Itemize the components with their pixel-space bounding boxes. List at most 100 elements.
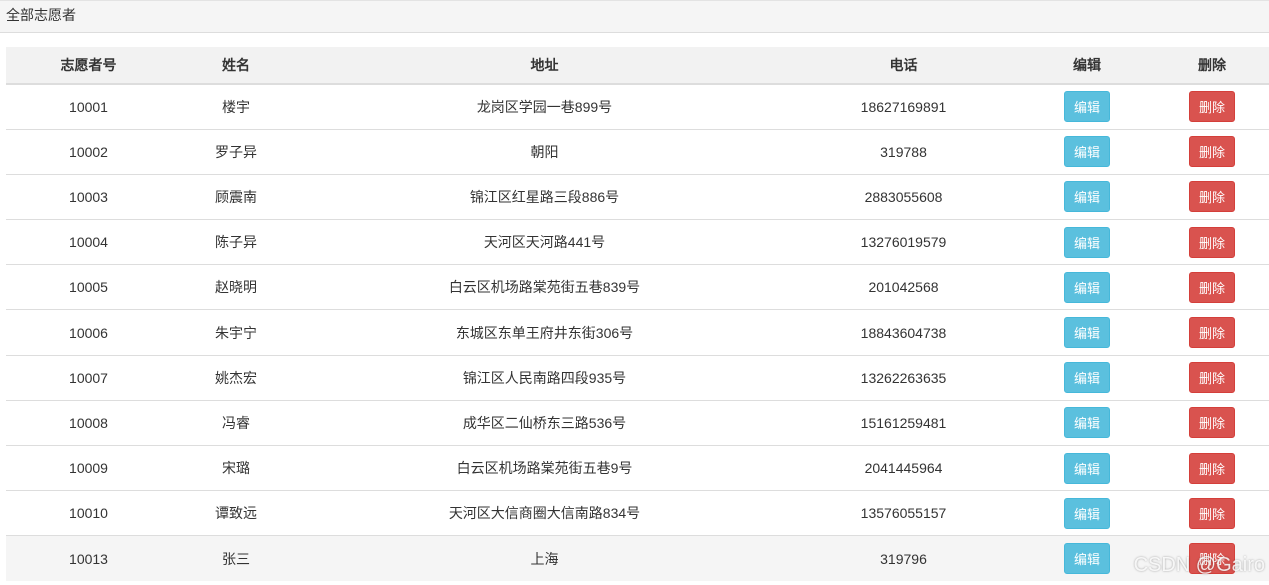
cell-name: 顾震南 bbox=[171, 173, 301, 220]
cell-edit: 编辑 bbox=[1019, 490, 1155, 536]
cell-name: 赵晓明 bbox=[171, 264, 301, 310]
cell-edit: 编辑 bbox=[1019, 83, 1155, 130]
edit-button[interactable]: 编辑 bbox=[1064, 362, 1110, 394]
delete-button[interactable]: 删除 bbox=[1189, 91, 1235, 123]
cell-edit: 编辑 bbox=[1019, 173, 1155, 220]
panel-heading: 全部志愿者 bbox=[0, 0, 1269, 33]
cell-address: 天河区大信商圈大信南路834号 bbox=[301, 490, 788, 536]
header-address: 地址 bbox=[301, 47, 788, 85]
cell-volunteer-id: 10006 bbox=[6, 309, 171, 356]
cell-address: 天河区天河路441号 bbox=[301, 219, 788, 265]
table-row: 10004 陈子异 天河区天河路441号 13276019579 编辑 删除 bbox=[6, 219, 1269, 265]
cell-address: 朝阳 bbox=[301, 128, 788, 175]
cell-volunteer-id: 10002 bbox=[6, 128, 171, 175]
edit-button[interactable]: 编辑 bbox=[1064, 91, 1110, 123]
cell-delete: 删除 bbox=[1155, 309, 1269, 356]
table-row: 10002 罗子异 朝阳 319788 编辑 删除 bbox=[6, 128, 1269, 175]
table-row: 10013 张三 上海 319796 编辑 删除 bbox=[6, 535, 1269, 582]
delete-button[interactable]: 删除 bbox=[1189, 136, 1235, 168]
cell-address: 东城区东单王府井东街306号 bbox=[301, 309, 788, 356]
cell-volunteer-id: 10008 bbox=[6, 399, 171, 446]
cell-address: 白云区机场路棠苑街五巷9号 bbox=[301, 444, 788, 491]
table-row: 10010 谭致远 天河区大信商圈大信南路834号 13576055157 编辑 删除 bbox=[6, 490, 1269, 536]
edit-button[interactable]: 编辑 bbox=[1064, 271, 1110, 303]
cell-phone: 18843604738 bbox=[788, 309, 1019, 356]
cell-volunteer-id: 10005 bbox=[6, 264, 171, 310]
delete-button[interactable]: 删除 bbox=[1189, 271, 1235, 303]
cell-name: 楼宇 bbox=[171, 83, 301, 130]
cell-edit: 编辑 bbox=[1019, 309, 1155, 356]
panel-title: 全部志愿者 bbox=[6, 7, 76, 23]
cell-name: 宋璐 bbox=[171, 444, 301, 491]
delete-button[interactable]: 删除 bbox=[1189, 497, 1235, 529]
cell-phone: 2041445964 bbox=[788, 444, 1019, 491]
delete-button[interactable]: 删除 bbox=[1189, 317, 1235, 349]
edit-button[interactable]: 编辑 bbox=[1064, 543, 1110, 575]
cell-edit: 编辑 bbox=[1019, 264, 1155, 310]
cell-phone: 319796 bbox=[788, 535, 1019, 582]
delete-button[interactable]: 删除 bbox=[1189, 181, 1235, 213]
cell-address: 成华区二仙桥东三路536号 bbox=[301, 399, 788, 446]
cell-delete: 删除 bbox=[1155, 83, 1269, 130]
cell-name: 冯睿 bbox=[171, 399, 301, 446]
cell-address: 锦江区人民南路四段935号 bbox=[301, 354, 788, 401]
table-row: 10003 顾震南 锦江区红星路三段886号 2883055608 编辑 删除 bbox=[6, 173, 1269, 220]
cell-address: 白云区机场路棠苑街五巷839号 bbox=[301, 264, 788, 310]
cell-address: 锦江区红星路三段886号 bbox=[301, 173, 788, 220]
table-header: 志愿者号 姓名 地址 电话 编辑 删除 bbox=[6, 47, 1269, 85]
cell-name: 谭致远 bbox=[171, 490, 301, 536]
cell-address: 龙岗区学园一巷899号 bbox=[301, 83, 788, 130]
header-phone: 电话 bbox=[788, 47, 1019, 85]
cell-edit: 编辑 bbox=[1019, 399, 1155, 446]
edit-button[interactable]: 编辑 bbox=[1064, 407, 1110, 439]
delete-button[interactable]: 删除 bbox=[1189, 362, 1235, 394]
cell-delete: 删除 bbox=[1155, 354, 1269, 401]
cell-volunteer-id: 10009 bbox=[6, 444, 171, 491]
header-edit: 编辑 bbox=[1019, 47, 1155, 85]
edit-button[interactable]: 编辑 bbox=[1064, 226, 1110, 258]
cell-name: 罗子异 bbox=[171, 128, 301, 175]
cell-phone: 13276019579 bbox=[788, 219, 1019, 265]
table-row: 10001 楼宇 龙岗区学园一巷899号 18627169891 编辑 删除 bbox=[6, 83, 1269, 130]
table-row: 10009 宋璐 白云区机场路棠苑街五巷9号 2041445964 编辑 删除 bbox=[6, 444, 1269, 491]
delete-button[interactable]: 删除 bbox=[1189, 407, 1235, 439]
cell-delete: 删除 bbox=[1155, 399, 1269, 446]
cell-name: 张三 bbox=[171, 535, 301, 582]
cell-edit: 编辑 bbox=[1019, 128, 1155, 175]
table-row: 10005 赵晓明 白云区机场路棠苑街五巷839号 201042568 编辑 删除 bbox=[6, 264, 1269, 310]
cell-delete: 删除 bbox=[1155, 128, 1269, 175]
edit-button[interactable]: 编辑 bbox=[1064, 181, 1110, 213]
cell-phone: 201042568 bbox=[788, 264, 1019, 310]
cell-delete: 删除 bbox=[1155, 444, 1269, 491]
cell-address: 上海 bbox=[301, 535, 788, 582]
table-row: 10007 姚杰宏 锦江区人民南路四段935号 13262263635 编辑 删除 bbox=[6, 354, 1269, 401]
table-row: 10008 冯睿 成华区二仙桥东三路536号 15161259481 编辑 删除 bbox=[6, 399, 1269, 446]
volunteer-table: 志愿者号 姓名 地址 电话 编辑 删除 10001 楼宇 龙岗区学园一巷899号 18… bbox=[6, 47, 1269, 582]
cell-volunteer-id: 10010 bbox=[6, 490, 171, 536]
cell-delete: 删除 bbox=[1155, 490, 1269, 536]
cell-delete: 删除 bbox=[1155, 219, 1269, 265]
header-delete: 删除 bbox=[1155, 47, 1269, 85]
edit-button[interactable]: 编辑 bbox=[1064, 497, 1110, 529]
cell-volunteer-id: 10001 bbox=[6, 83, 171, 130]
edit-button[interactable]: 编辑 bbox=[1064, 136, 1110, 168]
delete-button[interactable]: 删除 bbox=[1189, 452, 1235, 484]
cell-volunteer-id: 10007 bbox=[6, 354, 171, 401]
cell-delete: 删除 bbox=[1155, 173, 1269, 220]
cell-edit: 编辑 bbox=[1019, 219, 1155, 265]
table-row: 10006 朱宇宁 东城区东单王府井东街306号 18843604738 编辑 删除 bbox=[6, 309, 1269, 356]
cell-delete: 删除 bbox=[1155, 264, 1269, 310]
delete-button[interactable]: 删除 bbox=[1189, 226, 1235, 258]
cell-phone: 2883055608 bbox=[788, 173, 1019, 220]
cell-name: 姚杰宏 bbox=[171, 354, 301, 401]
cell-phone: 15161259481 bbox=[788, 399, 1019, 446]
cell-name: 陈子异 bbox=[171, 219, 301, 265]
csdn-watermark: CSDN @Gairo bbox=[1133, 554, 1265, 576]
edit-button[interactable]: 编辑 bbox=[1064, 452, 1110, 484]
cell-edit: 编辑 bbox=[1019, 444, 1155, 491]
edit-button[interactable]: 编辑 bbox=[1064, 317, 1110, 349]
cell-name: 朱宇宁 bbox=[171, 309, 301, 356]
cell-volunteer-id: 10013 bbox=[6, 535, 171, 582]
cell-volunteer-id: 10004 bbox=[6, 219, 171, 265]
header-volunteer-id: 志愿者号 bbox=[6, 47, 171, 85]
